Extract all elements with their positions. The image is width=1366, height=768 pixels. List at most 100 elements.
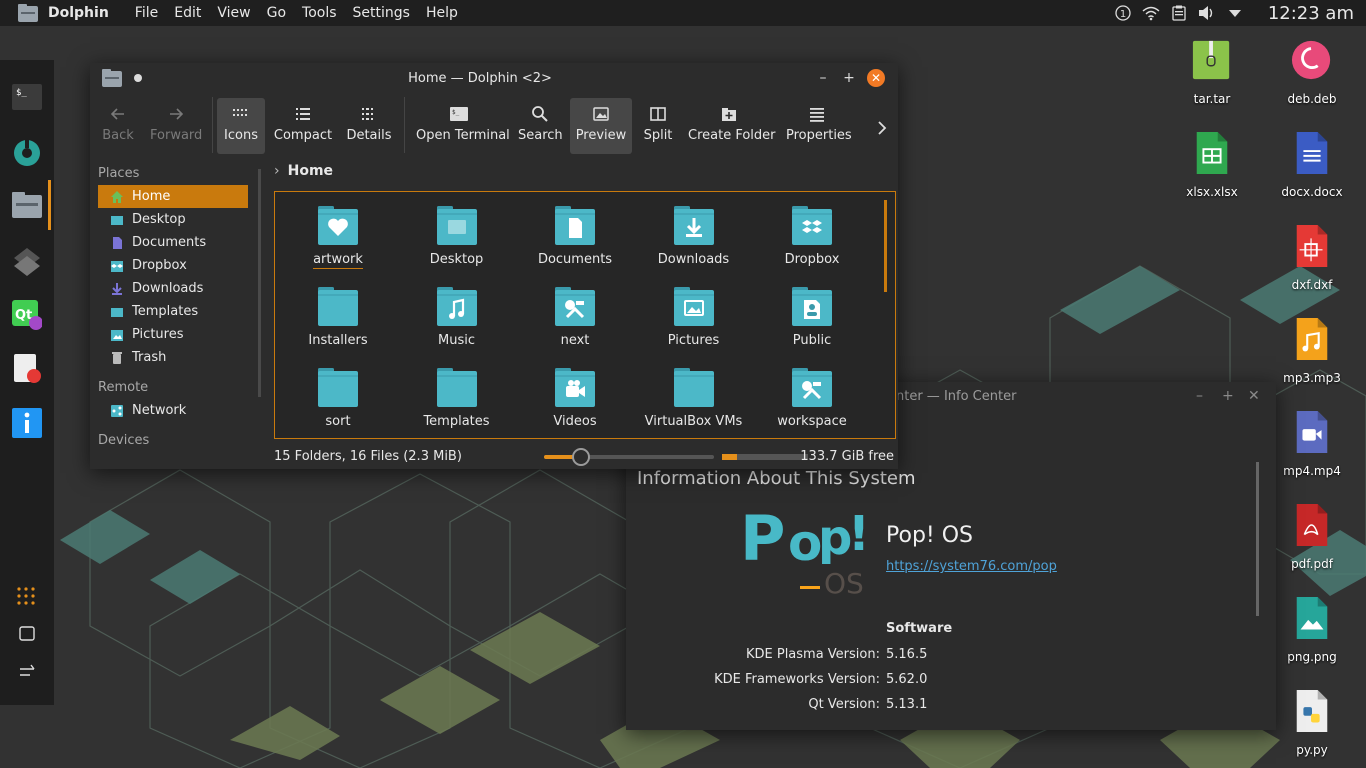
- dolphin-titlebar[interactable]: Home — Dolphin <2> – + ✕: [90, 63, 898, 93]
- desktop-file[interactable]: mp4.mp4: [1272, 410, 1352, 478]
- search-button[interactable]: Search: [518, 98, 563, 154]
- toolbar-overflow-button[interactable]: [872, 98, 892, 154]
- folder-name: VirtualBox VMs: [644, 414, 743, 429]
- zoom-slider[interactable]: [544, 448, 714, 466]
- folder-item[interactable]: sort: [286, 368, 390, 429]
- file-view[interactable]: artwork Desktop Documents Downloads Drop…: [274, 191, 896, 439]
- menu-edit[interactable]: Edit: [174, 5, 201, 21]
- details-view-button[interactable]: Details: [345, 98, 393, 154]
- workspaces-icon[interactable]: [17, 624, 47, 654]
- info-scrollbar[interactable]: [1256, 462, 1259, 616]
- back-button[interactable]: Back: [102, 98, 134, 154]
- maximize-button[interactable]: +: [840, 69, 858, 87]
- menu-settings[interactable]: Settings: [353, 5, 410, 21]
- store-launcher-icon[interactable]: [12, 246, 42, 276]
- place-home[interactable]: Home: [98, 185, 248, 208]
- file-view-scrollbar[interactable]: [884, 200, 887, 292]
- zoom-slider-handle[interactable]: [572, 448, 591, 466]
- folder-item[interactable]: Public: [760, 287, 864, 348]
- desktop-file[interactable]: py.py: [1272, 689, 1352, 757]
- folder-item[interactable]: VirtualBox VMs: [642, 368, 746, 429]
- text-editor-launcher-icon[interactable]: [12, 354, 42, 384]
- preview-button[interactable]: Preview: [570, 98, 632, 154]
- split-button[interactable]: Split: [640, 98, 676, 154]
- menu-tools[interactable]: Tools: [302, 5, 337, 21]
- place-downloads[interactable]: Downloads: [98, 277, 248, 300]
- info-close-button[interactable]: ✕: [1248, 388, 1260, 404]
- desktop-file[interactable]: dxf.dxf: [1272, 224, 1352, 292]
- menu-go[interactable]: Go: [267, 5, 286, 21]
- create-folder-button[interactable]: Create Folder: [688, 98, 776, 154]
- forward-button[interactable]: Forward: [150, 98, 202, 154]
- breadcrumb-home[interactable]: Home: [288, 163, 333, 179]
- new-folder-icon: [722, 108, 736, 121]
- notification-count: 1: [1120, 9, 1126, 20]
- properties-icon: [810, 108, 824, 122]
- folder-item[interactable]: Pictures: [642, 287, 746, 348]
- terminal-launcher-icon[interactable]: $_: [12, 84, 42, 114]
- info-center-launcher-icon[interactable]: [12, 408, 42, 438]
- place-pictures[interactable]: Pictures: [98, 323, 248, 346]
- dolphin-app-icon[interactable]: [18, 4, 38, 22]
- settings-tool-launcher-icon[interactable]: [12, 138, 42, 168]
- place-label: Dropbox: [132, 258, 187, 273]
- folder-item[interactable]: Downloads: [642, 206, 746, 267]
- info-maximize-button[interactable]: +: [1222, 388, 1234, 404]
- image-preview-icon: [593, 107, 609, 121]
- minimize-button[interactable]: –: [814, 69, 832, 87]
- dolphin-launcher-icon[interactable]: [12, 192, 42, 222]
- folder-item[interactable]: workspace: [760, 368, 864, 429]
- clock[interactable]: 12:23 am: [1268, 3, 1354, 24]
- drawing-icon: [1296, 225, 1328, 267]
- folder-item[interactable]: Documents: [523, 206, 627, 267]
- compact-view-button[interactable]: Compact: [273, 98, 333, 154]
- place-templates[interactable]: Templates: [98, 300, 248, 323]
- os-website-link[interactable]: https://system76.com/pop: [886, 559, 1057, 574]
- desktop-file[interactable]: tar.tar: [1172, 38, 1252, 106]
- folder-item[interactable]: Installers: [286, 287, 390, 348]
- folder-name: sort: [325, 414, 351, 429]
- info-minimize-button[interactable]: –: [1196, 388, 1203, 404]
- desktop-file[interactable]: mp3.mp3: [1272, 317, 1352, 385]
- desktop-file[interactable]: pdf.pdf: [1272, 503, 1352, 571]
- icons-view-button[interactable]: Icons: [217, 98, 265, 154]
- desktop-file[interactable]: xlsx.xlsx: [1172, 131, 1252, 199]
- desktop-file[interactable]: docx.docx: [1272, 131, 1352, 199]
- system-tray: 1 12:23 am: [1114, 0, 1366, 26]
- desktop-file[interactable]: png.png: [1272, 596, 1352, 664]
- menu-help[interactable]: Help: [426, 5, 458, 21]
- notifications-icon[interactable]: 1: [1114, 4, 1132, 22]
- place-desktop[interactable]: Desktop: [98, 208, 248, 231]
- place-dropbox[interactable]: Dropbox: [98, 254, 248, 277]
- home-icon: [111, 190, 123, 203]
- clipboard-icon[interactable]: [1170, 4, 1188, 22]
- close-button[interactable]: ✕: [867, 69, 885, 87]
- window-switcher-icon[interactable]: [17, 662, 47, 692]
- forward-label: Forward: [150, 128, 203, 143]
- volume-icon[interactable]: [1198, 4, 1216, 22]
- desktop-file[interactable]: deb.deb: [1272, 38, 1352, 106]
- places-scrollbar[interactable]: [258, 169, 261, 397]
- menu-view[interactable]: View: [217, 5, 250, 21]
- qt-creator-launcher-icon[interactable]: Qt: [12, 300, 43, 330]
- devices-header: Devices: [98, 433, 150, 448]
- open-terminal-button[interactable]: $_ Open Terminal: [416, 98, 510, 154]
- details-label: Details: [346, 128, 392, 143]
- breadcrumb[interactable]: › Home: [274, 163, 333, 179]
- place-network[interactable]: Network: [98, 399, 248, 422]
- wifi-icon[interactable]: [1142, 4, 1160, 22]
- folder-item[interactable]: Music: [405, 287, 509, 348]
- folder-item[interactable]: Videos: [523, 368, 627, 429]
- app-grid-icon[interactable]: [16, 586, 46, 616]
- place-documents[interactable]: Documents: [98, 231, 248, 254]
- folder-item[interactable]: Templates: [405, 368, 509, 429]
- menu-file[interactable]: File: [135, 5, 158, 21]
- properties-button[interactable]: Properties: [786, 98, 852, 154]
- chevron-down-icon[interactable]: [1226, 4, 1244, 22]
- folder-icon: [673, 287, 714, 326]
- folder-item[interactable]: artwork: [286, 206, 390, 269]
- place-trash[interactable]: Trash: [98, 346, 248, 369]
- folder-item[interactable]: next: [523, 287, 627, 348]
- folder-item[interactable]: Dropbox: [760, 206, 864, 267]
- folder-item[interactable]: Desktop: [405, 206, 509, 267]
